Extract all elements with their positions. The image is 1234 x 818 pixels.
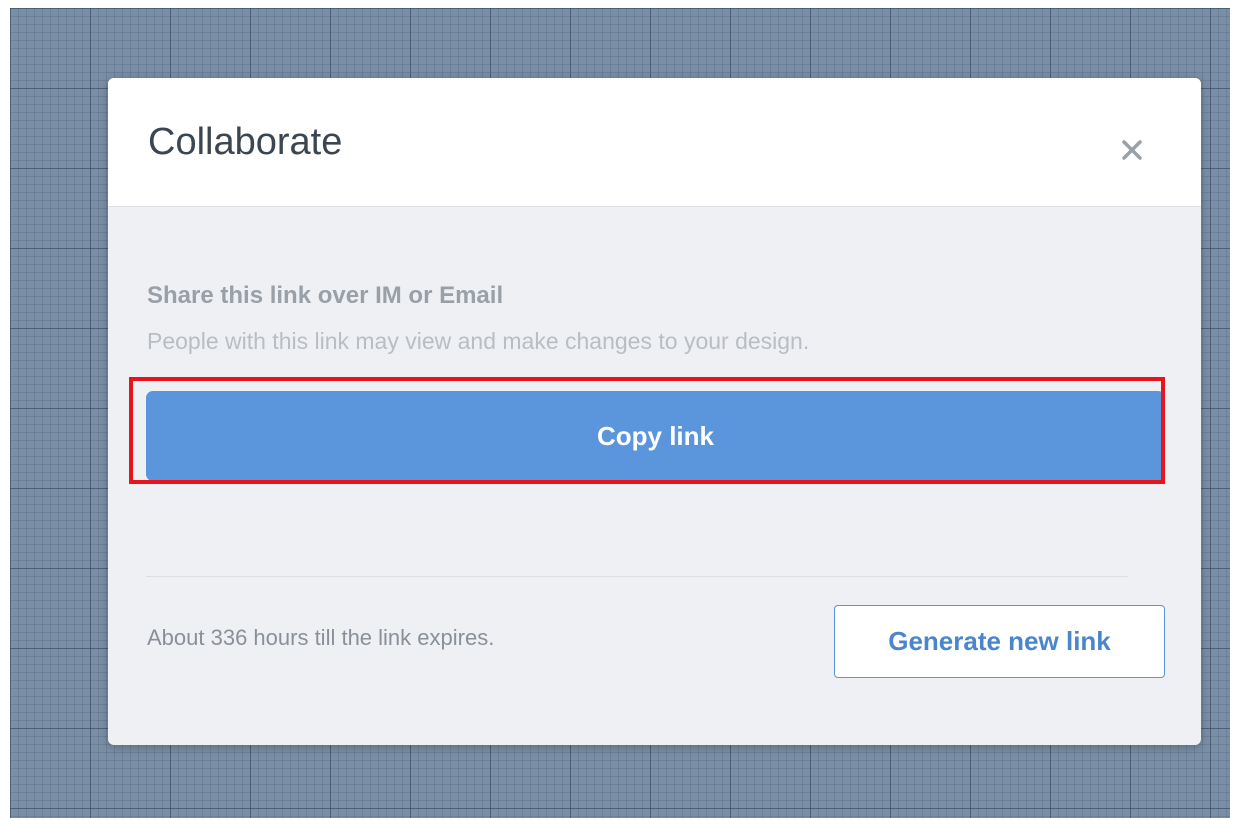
share-heading: Share this link over IM or Email xyxy=(147,282,504,309)
dialog-title: Collaborate xyxy=(148,121,343,163)
dialog-header: Collaborate xyxy=(108,78,1201,207)
collaborate-dialog: Collaborate Share this link over IM or E… xyxy=(108,78,1201,745)
copy-link-button[interactable]: Copy link xyxy=(146,391,1165,481)
close-icon xyxy=(1122,140,1142,160)
share-description: People with this link may view and make … xyxy=(147,328,810,354)
generate-new-link-button[interactable]: Generate new link xyxy=(834,605,1165,678)
link-expiry-text: About 336 hours till the link expires. xyxy=(147,625,495,650)
divider xyxy=(146,576,1128,577)
close-button[interactable] xyxy=(1112,130,1152,170)
